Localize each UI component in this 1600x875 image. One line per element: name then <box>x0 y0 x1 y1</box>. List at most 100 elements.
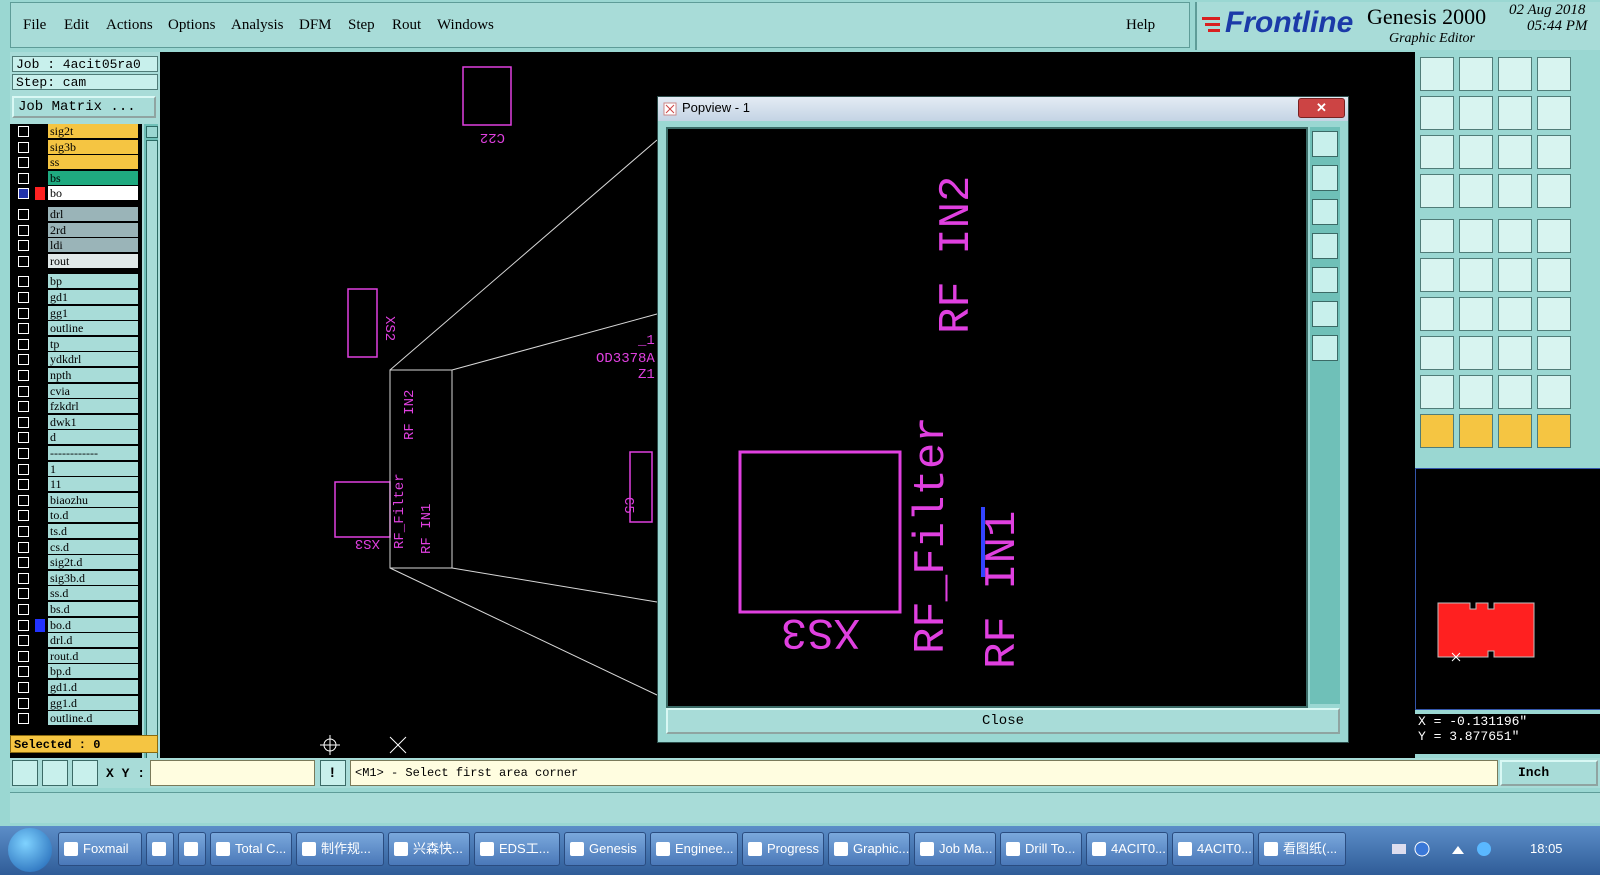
layer-name[interactable]: 1 <box>48 461 138 476</box>
menu-rout[interactable]: Rout <box>392 17 421 34</box>
start-button[interactable] <box>8 828 52 872</box>
triangle-c-icon[interactable] <box>1537 375 1571 409</box>
pad-c22[interactable] <box>462 66 512 126</box>
layer-row[interactable]: cvia <box>10 383 142 399</box>
layer-checkbox[interactable] <box>18 338 29 350</box>
layer-checkbox[interactable] <box>18 157 29 169</box>
layer-name[interactable]: ss.d <box>48 586 138 601</box>
layer-row[interactable]: bs <box>10 170 142 186</box>
menu-windows[interactable]: Windows <box>437 17 494 34</box>
layer-row[interactable]: gg1 <box>10 305 142 321</box>
layer-row[interactable]: bs.d <box>10 602 142 617</box>
layer-name[interactable]: d <box>48 430 138 445</box>
layer-checkbox[interactable] <box>18 307 29 319</box>
taskbar-item[interactable]: 兴森快... <box>388 832 470 866</box>
layer-name[interactable]: outline.d <box>48 711 138 726</box>
pad-xs2[interactable] <box>347 288 378 358</box>
taskbar-item[interactable]: 4ACIT0... <box>1172 832 1254 866</box>
layer-row[interactable]: outline <box>10 321 142 336</box>
popview-drawing[interactable]: RF IN2 RF_Filter RF IN1 XS3 <box>668 129 1306 706</box>
board-overview[interactable] <box>1415 468 1600 710</box>
query-icon[interactable] <box>1537 135 1571 169</box>
layer-name[interactable]: sig3b.d <box>48 570 138 585</box>
layer-row[interactable]: 1 <box>10 461 142 477</box>
menu-edit[interactable]: Edit <box>64 17 89 34</box>
layer-row[interactable]: sig2t.d <box>10 555 142 570</box>
layer-checkbox[interactable] <box>18 588 29 600</box>
layer-name[interactable]: gd1.d <box>48 680 138 694</box>
menu-options[interactable]: Options <box>168 17 216 34</box>
network-icon[interactable] <box>1477 842 1491 856</box>
layer-row[interactable]: ------------ <box>10 446 142 461</box>
pan-up-icon[interactable] <box>1312 165 1338 191</box>
pointer-route-icon[interactable] <box>1537 414 1571 448</box>
layer-checkbox[interactable] <box>18 240 29 252</box>
layer-checkbox[interactable] <box>18 619 29 631</box>
scroll-thumb[interactable] <box>146 140 158 772</box>
units-selector[interactable]: Inch <box>1500 760 1598 786</box>
layer-checkbox[interactable] <box>18 323 29 335</box>
layer-name[interactable]: ldi <box>48 238 138 253</box>
layer-row[interactable]: biaozhu <box>10 492 142 508</box>
layer-name[interactable]: gd1 <box>48 290 138 304</box>
cross-icon[interactable] <box>1459 258 1493 292</box>
layer-checkbox[interactable] <box>18 188 29 200</box>
layer-row[interactable]: ldi <box>10 238 142 253</box>
menu-dfm[interactable]: DFM <box>299 17 332 34</box>
snap-center-icon[interactable] <box>72 760 98 786</box>
taskbar-item[interactable]: Graphic... <box>828 832 910 866</box>
layer-name[interactable]: sig2t <box>48 124 138 138</box>
layer-name[interactable]: bo.d <box>48 617 138 632</box>
layer-checkbox[interactable] <box>18 494 29 506</box>
layer-checkbox[interactable] <box>18 541 29 553</box>
layer-checkbox[interactable] <box>18 126 29 137</box>
layer-row[interactable]: drl <box>10 207 142 222</box>
layer-checkbox[interactable] <box>18 635 29 647</box>
pointer-select-icon[interactable] <box>1459 414 1493 448</box>
taskbar-item[interactable]: Total C... <box>210 832 292 866</box>
layer-name[interactable]: biaozhu <box>48 492 138 507</box>
layer-list-scrollbar[interactable] <box>144 124 158 784</box>
layer-checkbox[interactable] <box>18 385 29 397</box>
snap-grid-icon[interactable] <box>12 760 38 786</box>
taskbar-item[interactable]: 看图纸(... <box>1258 832 1346 866</box>
arc-icon[interactable] <box>1498 297 1532 331</box>
layer-name[interactable]: 2rd <box>48 222 138 237</box>
triangle-a-icon[interactable] <box>1459 375 1493 409</box>
layer-name[interactable]: gg1.d <box>48 695 138 710</box>
layer-checkbox[interactable] <box>18 401 29 413</box>
layer-checkbox[interactable] <box>18 510 29 522</box>
layer-row[interactable]: npth <box>10 368 142 383</box>
taskbar-item[interactable]: EDS工... <box>474 832 560 866</box>
connect-alt-icon[interactable] <box>1537 258 1571 292</box>
layer-row[interactable]: drl.d <box>10 633 142 648</box>
menu-file[interactable]: File <box>23 17 46 34</box>
pad-add-icon[interactable] <box>1420 219 1454 253</box>
popview-canvas[interactable]: RF IN2 RF_Filter RF IN1 XS3 <box>666 127 1308 708</box>
layer-name[interactable]: bp.d <box>48 664 138 679</box>
layer-row[interactable]: ss.d <box>10 586 142 601</box>
popview-title-bar[interactable]: Popview - 1 ✕ <box>658 97 1348 121</box>
taskbar-item[interactable]: Drill To... <box>1000 832 1082 866</box>
job-matrix-button[interactable]: Job Matrix ... <box>12 96 156 118</box>
layer-name[interactable]: bs.d <box>48 602 138 616</box>
pan-right-tool-icon[interactable] <box>1459 96 1493 130</box>
pointer-icon[interactable] <box>1420 414 1454 448</box>
layer-name[interactable]: fzkdrl <box>48 399 138 414</box>
layer-name[interactable]: rout.d <box>48 648 138 663</box>
popview-close-button[interactable]: Close <box>666 708 1340 734</box>
nodes-icon[interactable] <box>1420 258 1454 292</box>
pan-right-icon[interactable] <box>1312 267 1338 293</box>
layer-row[interactable]: bp.d <box>10 664 142 679</box>
layer-row[interactable]: dwk1 <box>10 414 142 430</box>
box-select-icon[interactable] <box>1498 336 1532 370</box>
snap-angle-icon[interactable] <box>42 760 68 786</box>
line-cut-icon[interactable] <box>1459 219 1493 253</box>
pointer-zoom-icon[interactable] <box>1498 414 1532 448</box>
alert-icon[interactable]: ! <box>320 760 346 786</box>
taskbar-item[interactable]: Genesis <box>564 832 646 866</box>
layer-name[interactable]: cvia <box>48 383 138 398</box>
layer-name[interactable]: npth <box>48 368 138 382</box>
layer-checkbox[interactable] <box>18 666 29 678</box>
layer-checkbox[interactable] <box>18 209 29 220</box>
